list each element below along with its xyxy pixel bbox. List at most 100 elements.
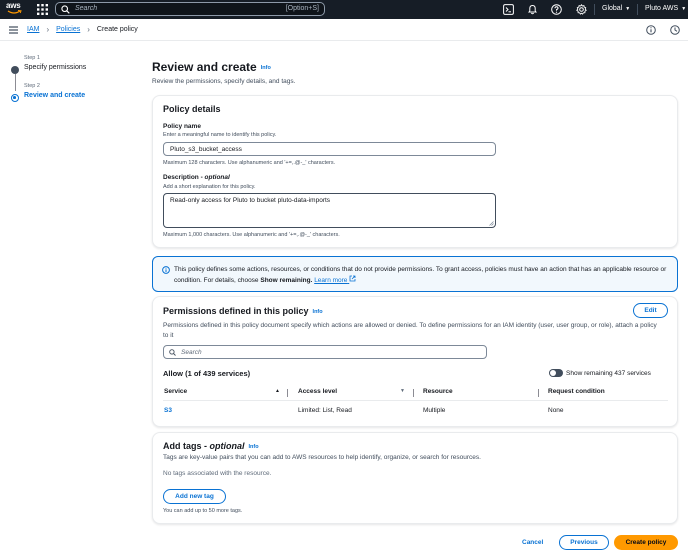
tags-description: Tags are key-value pairs that you can ad… — [163, 454, 481, 461]
policy-name-label: Policy name — [163, 123, 201, 130]
account-menu[interactable]: Pluto AWS ▼ — [645, 5, 686, 12]
tags-heading-text: Add tags — [163, 441, 202, 451]
column-divider[interactable] — [538, 389, 539, 397]
description-constraint: Maximum 1,000 characters. Use alphanumer… — [163, 232, 340, 238]
services-grid-icon[interactable] — [37, 4, 48, 15]
optional-marker: optional — [209, 441, 245, 451]
search-icon — [61, 5, 70, 14]
policy-name-constraint: Maximum 128 characters. Use alphanumeric… — [163, 160, 336, 166]
resource-cell: Multiple — [423, 407, 446, 414]
search-icon — [169, 349, 176, 356]
bell-icon[interactable] — [527, 4, 538, 15]
top-navigation-bar: aws Search [Option+S] Global ▼ Pluto AWS… — [0, 0, 688, 19]
page-info-link[interactable]: Info — [261, 65, 271, 71]
cancel-button[interactable]: Cancel — [522, 539, 543, 546]
permissions-info-link[interactable]: Info — [313, 309, 323, 315]
alert-message: This policy defines some actions, resour… — [174, 265, 669, 286]
external-link-icon — [349, 275, 356, 282]
step-number: Step 2 — [24, 83, 40, 89]
global-search-input[interactable]: Search [Option+S] — [55, 2, 325, 16]
wizard-step-2: Step 2 Review and create — [11, 83, 131, 111]
gear-icon[interactable] — [576, 4, 587, 15]
policy-name-description: Enter a meaningful name to identify this… — [163, 132, 277, 138]
edit-button-label: Edit — [644, 307, 657, 314]
info-icon — [162, 266, 170, 274]
column-header-request-condition[interactable]: Request condition — [548, 388, 605, 395]
breadcrumb-policies[interactable]: Policies — [56, 26, 80, 33]
resize-handle-icon[interactable] — [489, 221, 494, 226]
create-policy-label: Create policy — [625, 539, 667, 546]
region-selector[interactable]: Global ▼ — [602, 5, 630, 12]
step-active-icon — [11, 94, 19, 102]
search-placeholder: Search — [75, 5, 98, 12]
step-completed-icon — [11, 66, 19, 74]
table-header-divider — [163, 400, 668, 401]
policy-name-value: Pluto_s3_bucket_access — [170, 146, 242, 153]
menu-icon[interactable] — [9, 26, 18, 34]
sort-ascending-icon[interactable]: ▲ — [275, 388, 280, 394]
learn-more-link[interactable]: Learn more — [314, 275, 356, 284]
permissions-container: Permissions defined in this policy Info E… — [152, 296, 678, 427]
previous-label: Previous — [570, 539, 598, 546]
chevron-right-icon: › — [87, 25, 90, 34]
service-link[interactable]: S3 — [164, 407, 172, 414]
page-title-text: Review and create — [152, 60, 257, 74]
alert-text: This policy defines some actions, resour… — [174, 266, 667, 284]
column-header-resource[interactable]: Resource — [423, 388, 453, 395]
wizard-steps: Step 1 Specify permissions Step 2 Review… — [11, 55, 131, 111]
caret-down-icon: ▼ — [681, 5, 687, 12]
column-divider[interactable] — [287, 389, 288, 397]
permissions-search-input[interactable]: Search — [163, 345, 487, 359]
edit-button[interactable]: Edit — [633, 303, 668, 318]
policy-details-heading: Policy details — [163, 104, 221, 114]
previous-button[interactable]: Previous — [559, 535, 609, 550]
caret-down-icon: ▼ — [625, 5, 631, 12]
show-remaining-label: Show remaining 437 services — [566, 370, 651, 377]
aws-logo-text: aws — [6, 1, 21, 10]
add-new-tag-label: Add new tag — [175, 493, 214, 500]
sort-descending-icon[interactable]: ▼ — [400, 388, 405, 394]
aws-logo[interactable]: aws — [6, 2, 24, 17]
breadcrumb-create-policy: Create policy — [96, 26, 138, 33]
step-label: Specify permissions — [24, 64, 87, 71]
create-policy-button[interactable]: Create policy — [614, 535, 678, 550]
wizard-step-1[interactable]: Step 1 Specify permissions — [11, 55, 131, 83]
cancel-label: Cancel — [522, 539, 544, 546]
permissions-heading: Permissions defined in this policy Info — [163, 306, 323, 316]
description-hint: Add a short explanation for this policy. — [163, 184, 256, 190]
description-textarea[interactable]: Read-only access for Pluto to bucket plu… — [163, 193, 496, 228]
access-level-cell: Limited: List, Read — [298, 407, 352, 414]
tags-info-link[interactable]: Info — [249, 444, 259, 450]
topbar-divider — [637, 4, 638, 15]
history-icon[interactable] — [670, 25, 680, 35]
cloudshell-icon[interactable] — [503, 4, 514, 15]
learn-more-text: Learn more — [314, 277, 348, 284]
column-header-access-level[interactable]: Access level — [298, 388, 337, 395]
column-header-service[interactable]: Service — [164, 388, 187, 395]
show-remaining-toggle[interactable] — [549, 369, 563, 377]
breadcrumb-bar: IAM › Policies › Create policy — [0, 19, 688, 41]
description-value: Read-only access for Pluto to bucket plu… — [170, 197, 331, 204]
chevron-right-icon: › — [46, 25, 50, 34]
tags-heading: Add tags - optional Info — [163, 441, 259, 451]
step-number: Step 1 — [24, 55, 40, 61]
search-shortcut: [Option+S] — [285, 5, 319, 12]
column-divider[interactable] — [413, 389, 414, 397]
info-alert: This policy defines some actions, resour… — [152, 256, 678, 292]
allow-services-title: Allow (1 of 439 services) — [163, 369, 251, 378]
add-new-tag-button[interactable]: Add new tag — [163, 489, 226, 504]
breadcrumb-iam[interactable]: IAM — [27, 26, 39, 33]
request-condition-cell: None — [548, 407, 564, 414]
search-placeholder: Search — [181, 349, 202, 356]
help-icon[interactable] — [551, 4, 562, 15]
policy-name-input[interactable]: Pluto_s3_bucket_access — [163, 142, 496, 156]
policy-details-container: Policy details Policy name Enter a meani… — [152, 95, 678, 248]
description-label: Description - optional — [163, 174, 230, 181]
account-label: Pluto AWS — [645, 5, 679, 12]
page-subtitle: Review the permissions, specify details,… — [152, 78, 296, 85]
info-panel-icon[interactable] — [646, 25, 656, 35]
permissions-description: Permissions defined in this policy docum… — [163, 322, 657, 339]
permissions-heading-text: Permissions defined in this policy — [163, 306, 309, 316]
page-title: Review and create Info — [152, 60, 271, 74]
alert-bold-text: Show remaining. — [260, 277, 313, 284]
